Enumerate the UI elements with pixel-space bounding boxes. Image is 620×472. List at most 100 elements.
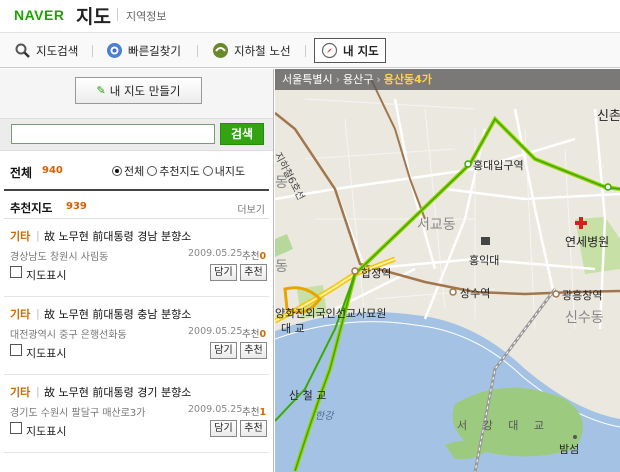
search-input[interactable] [11, 124, 215, 144]
magnifier-icon [14, 42, 31, 59]
item-address: 경기도 수원시 팔달구 매산로3가 [10, 408, 146, 419]
search-bar: 검색 [0, 119, 273, 151]
item-recommend-count: 추천1 [242, 407, 267, 418]
more-link[interactable]: 더보기 [237, 201, 265, 216]
map-label-bamseom: 밤섬 [559, 443, 580, 456]
subway-icon [212, 42, 229, 59]
map-label-sinchon: 신촌 [597, 109, 620, 124]
recommend-button[interactable]: 추천 [240, 342, 267, 359]
divider [305, 45, 306, 57]
top-bar: NAVER 지도 지역정보 [0, 0, 620, 30]
map-view[interactable]: 서울특별시 › 용산구 › 용산동4가 신촌 홍대입구역 서교동 연세병원 홍익대 합정… [275, 69, 620, 472]
search-button[interactable]: 검색 [220, 123, 264, 145]
tab-label: 내 지도 [343, 43, 379, 58]
map-label-hongik: 홍익대 [469, 254, 500, 267]
tab-fast-route[interactable]: 빠른길찾기 [100, 38, 187, 63]
chevron-right-icon: › [335, 73, 341, 86]
breadcrumb-current: 용산동4가 [383, 73, 432, 86]
add-button[interactable]: 담기 [210, 264, 237, 281]
show-on-map-label: 지도표시 [26, 347, 67, 360]
make-map-bar: ✎ 내 지도 만들기 [0, 69, 273, 119]
left-panel: ✎ 내 지도 만들기 검색 전체 940 전체 추천지도 내지도 추천지도 93… [0, 69, 274, 472]
recommended-header: 추천지도 939 더보기 [4, 191, 269, 219]
radio-my-map[interactable]: 내지도 [202, 163, 246, 179]
item-title[interactable]: 故 노무현 前대통령 충남 분향소 [44, 306, 191, 322]
make-my-map-label: 내 지도 만들기 [109, 83, 181, 98]
show-on-map-label: 지도표시 [26, 425, 67, 438]
map-label-cemetery: 양화진외국인선교사묘원 [275, 307, 387, 320]
tab-my-map[interactable]: 내 지도 [314, 38, 386, 63]
item-title[interactable]: 故 노무현 前대통령 경남 분향소 [44, 228, 191, 244]
item-recommend-count: 추천0 [242, 329, 267, 340]
radio-label: 추천지도 [159, 165, 200, 178]
breadcrumb-item[interactable]: 용산구 [343, 73, 373, 86]
recommended-count: 939 [66, 201, 87, 212]
filter-row: 전체 940 전체 추천지도 내지도 [4, 151, 269, 191]
toolbar: 지도검색 빠른길찾기 지하철 노선 내 지도 [0, 32, 620, 68]
radio-label: 전체 [124, 165, 145, 178]
show-on-map-label: 지도표시 [26, 269, 67, 282]
tab-subway[interactable]: 지하철 노선 [206, 38, 297, 63]
filter-radio-group: 전체 추천지도 내지도 [112, 163, 248, 179]
tab-label: 지도검색 [36, 43, 79, 58]
show-on-map-checkbox[interactable] [10, 266, 22, 278]
naver-logo[interactable]: NAVER [14, 7, 64, 23]
item-recommend-count: 추천0 [242, 251, 267, 262]
map-label-seogyo: 서교동 [417, 217, 456, 233]
make-my-map-button[interactable]: ✎ 내 지도 만들기 [75, 77, 202, 104]
filter-count: 940 [42, 165, 63, 176]
item-category: 기타 [10, 308, 31, 321]
item-date: 2009.05.25 [188, 248, 243, 259]
list-item: 기타 | 故 노무현 前대통령 경남 분향소 경상남도 창원시 사림동 2009… [4, 219, 269, 297]
recommended-title: 추천지도 [10, 201, 53, 215]
map-label-sangsu: 상수역 [460, 287, 491, 300]
divider: | [36, 229, 40, 242]
divider: | [36, 385, 40, 398]
tab-label: 지하철 노선 [234, 43, 291, 58]
filter-title: 전체 [10, 166, 33, 180]
map-label-hapjeong: 합정역 [361, 267, 392, 280]
service-title[interactable]: 지도 [76, 2, 111, 29]
show-on-map-checkbox[interactable] [10, 344, 22, 356]
radio-dot [202, 166, 213, 176]
item-date: 2009.05.25 [188, 326, 243, 337]
radio-dot [112, 166, 122, 176]
item-address: 경상남도 창원시 사림동 [10, 252, 109, 263]
breadcrumb: 서울특별시 › 용산구 › 용산동4가 [275, 69, 620, 90]
divider [92, 45, 93, 57]
divider [117, 8, 118, 21]
map-label-hangang: 한강 [315, 411, 334, 422]
list-item: 기타 | 故 노무현 前대통령 충남 분향소 대전광역시 중구 은행선화동 20… [4, 297, 269, 375]
route-icon [106, 42, 123, 59]
map-label-dong: 동 [275, 259, 288, 275]
map-label-gwangheungchang: 광흥창역 [562, 289, 603, 302]
divider: | [36, 307, 40, 320]
item-date: 2009.05.25 [188, 404, 243, 415]
item-category: 기타 [10, 230, 31, 243]
radio-all[interactable]: 전체 [112, 163, 144, 179]
add-button[interactable]: 담기 [210, 342, 237, 359]
map-label-yanghwa-bridge: 대 교 [281, 322, 305, 335]
service-subtitle: 지역정보 [126, 10, 167, 23]
pencil-icon: ✎ [96, 84, 106, 97]
breadcrumb-item[interactable]: 서울특별시 [282, 73, 333, 86]
item-address: 대전광역시 중구 은행선화동 [10, 330, 127, 341]
map-label-yanghwa-rail-bridge: 산 철 교 [289, 389, 327, 402]
recommend-button[interactable]: 추천 [240, 264, 267, 281]
divider [197, 45, 198, 57]
item-title[interactable]: 故 노무현 前대통령 경기 분향소 [44, 384, 191, 400]
compass-icon [321, 42, 338, 59]
radio-dot [147, 166, 158, 176]
show-on-map-checkbox[interactable] [10, 422, 22, 434]
list-item: 기타 | 故 노무현 前대통령 경기 분향소 경기도 수원시 팔달구 매산로3가… [4, 375, 269, 453]
item-category: 기타 [10, 386, 31, 399]
map-label-sinsu: 신수동 [565, 310, 604, 326]
add-button[interactable]: 담기 [210, 420, 237, 437]
chevron-right-icon: › [376, 73, 381, 86]
radio-recommended[interactable]: 추천지도 [147, 163, 200, 179]
tab-label: 빠른길찾기 [128, 43, 181, 58]
radio-label: 내지도 [214, 165, 246, 178]
map-label-hongdae-station: 홍대입구역 [473, 159, 524, 172]
recommend-button[interactable]: 추천 [240, 420, 267, 437]
tab-map-search[interactable]: 지도검색 [8, 38, 84, 63]
